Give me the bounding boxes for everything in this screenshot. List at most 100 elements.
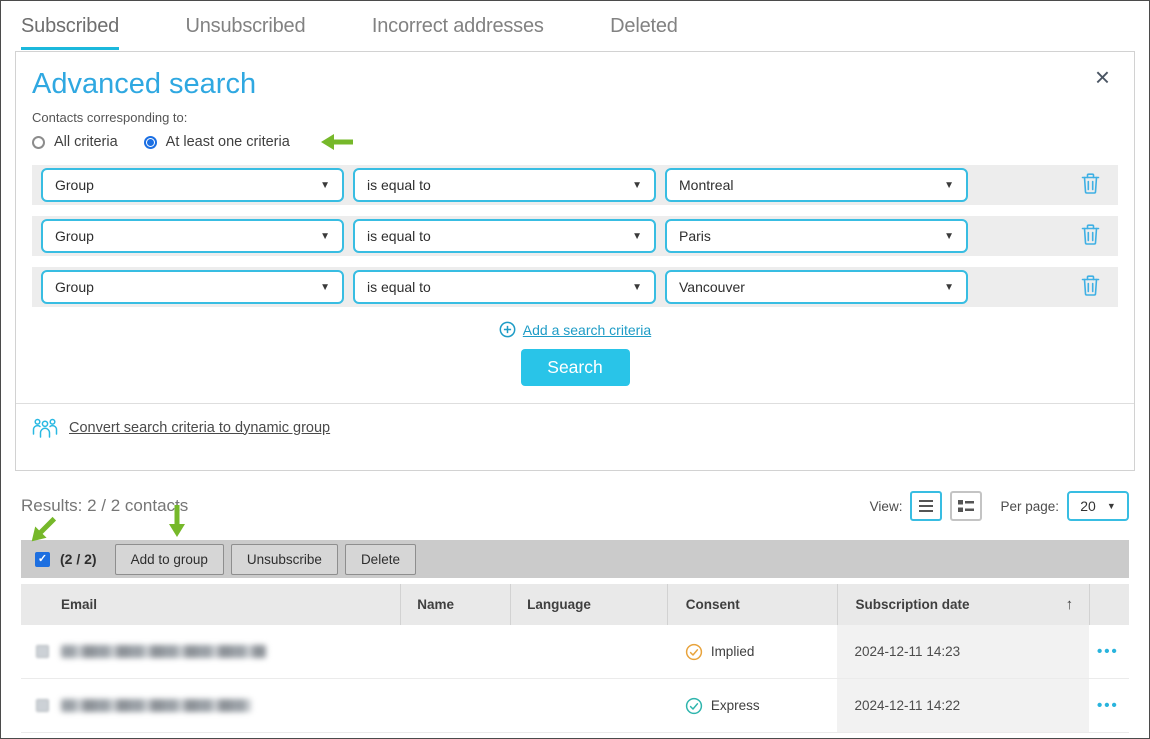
language-cell — [510, 625, 667, 678]
consent-cell: Implied — [667, 625, 837, 678]
green-left-arrow-icon — [320, 132, 354, 152]
card-view-icon — [958, 499, 974, 513]
per-page-select[interactable]: 20 ▼ — [1067, 491, 1129, 521]
toolbar-wrap: ✓ (2 / 2) Add to group Unsubscribe Delet… — [21, 540, 1129, 578]
green-arrow-at-add-to-group-icon — [167, 504, 187, 538]
tab-subscribed[interactable]: Subscribed — [21, 15, 119, 50]
actions-cell: ••• — [1089, 679, 1129, 732]
contacts-page: Subscribed Unsubscribed Incorrect addres… — [0, 0, 1150, 739]
criteria-operator-value: is equal to — [367, 228, 431, 244]
criteria-field-value: Group — [55, 228, 94, 244]
criteria-operator-select[interactable]: is equal to ▼ — [353, 168, 656, 202]
header-checkbox-cell — [21, 584, 61, 625]
criteria-operator-value: is equal to — [367, 177, 431, 193]
consent-label: Implied — [711, 644, 755, 659]
chevron-down-icon: ▼ — [320, 282, 330, 293]
criteria-field-select[interactable]: Group ▼ — [41, 270, 344, 304]
tab-bar: Subscribed Unsubscribed Incorrect addres… — [1, 1, 1149, 51]
table-row[interactable]: Implied 2024-12-11 14:23 ••• — [21, 625, 1129, 679]
radio-all-criteria[interactable]: All criteria — [32, 134, 118, 150]
advanced-search-panel: × Advanced search Contacts corresponding… — [15, 51, 1135, 471]
delete-criteria-button[interactable] — [1079, 171, 1102, 199]
criteria-field-select[interactable]: Group ▼ — [41, 168, 344, 202]
criteria-row: Group ▼ is equal to ▼ Vancouver ▼ — [32, 267, 1118, 307]
criteria-value: Paris — [679, 228, 711, 244]
chevron-down-icon: ▼ — [632, 180, 642, 191]
checkmark-icon: ✓ — [38, 554, 47, 565]
row-checkbox[interactable] — [36, 645, 49, 658]
circled-plus-icon — [499, 321, 516, 338]
add-criteria-row: Add a search criteria — [16, 321, 1134, 338]
view-label: View: — [870, 499, 903, 514]
panel-title: Advanced search — [32, 68, 1134, 101]
criteria-value: Montreal — [679, 177, 733, 193]
criteria-operator-value: is equal to — [367, 279, 431, 295]
table-row[interactable]: Express 2024-12-11 14:22 ••• — [21, 679, 1129, 733]
redacted-email — [61, 645, 266, 658]
criteria-field-select[interactable]: Group ▼ — [41, 219, 344, 253]
chevron-down-icon: ▼ — [632, 282, 642, 293]
radio-any-criteria-label: At least one criteria — [166, 134, 290, 150]
criteria-value: Vancouver — [679, 279, 745, 295]
criteria-operator-select[interactable]: is equal to ▼ — [353, 219, 656, 253]
add-search-criteria-link[interactable]: Add a search criteria — [523, 322, 651, 338]
trash-icon — [1081, 173, 1100, 194]
row-checkbox-cell — [21, 625, 61, 678]
delete-criteria-button[interactable] — [1079, 222, 1102, 250]
tab-deleted[interactable]: Deleted — [610, 15, 678, 47]
radio-all-criteria-label: All criteria — [54, 134, 118, 150]
actions-cell: ••• — [1089, 625, 1129, 678]
consent-implied-icon — [685, 643, 703, 661]
column-header-email[interactable]: Email — [61, 584, 400, 625]
row-checkbox[interactable] — [36, 699, 49, 712]
add-to-group-button[interactable]: Add to group — [115, 544, 224, 575]
radio-selected-icon[interactable] — [144, 136, 157, 149]
criteria-value-select[interactable]: Paris ▼ — [665, 219, 968, 253]
chevron-down-icon: ▼ — [320, 231, 330, 242]
sort-ascending-icon[interactable]: ↑ — [1066, 596, 1074, 613]
consent-express-icon — [685, 697, 703, 715]
table-header: Email Name Language Consent Subscription… — [21, 584, 1129, 625]
row-checkbox-cell — [21, 679, 61, 732]
radio-at-least-one-criteria[interactable]: At least one criteria — [144, 134, 290, 150]
criteria-value-select[interactable]: Vancouver ▼ — [665, 270, 968, 304]
chevron-down-icon: ▼ — [320, 180, 330, 191]
column-header-name[interactable]: Name — [400, 584, 510, 625]
delete-button[interactable]: Delete — [345, 544, 416, 575]
results-bar: Results: 2 / 2 contacts View: Per page: … — [21, 490, 1129, 522]
column-header-consent[interactable]: Consent — [667, 584, 837, 625]
convert-row: Convert search criteria to dynamic group — [16, 404, 1134, 451]
row-actions-menu-icon[interactable]: ••• — [1097, 697, 1119, 714]
radio-icon[interactable] — [32, 136, 45, 149]
criteria-value-select[interactable]: Montreal ▼ — [665, 168, 968, 202]
header-actions-cell — [1089, 584, 1129, 625]
criteria-operator-select[interactable]: is equal to ▼ — [353, 270, 656, 304]
consent-cell: Express — [667, 679, 837, 732]
column-header-subscription-date-label: Subscription date — [856, 597, 970, 612]
search-button[interactable]: Search — [521, 349, 630, 386]
view-cards-button[interactable] — [950, 491, 982, 521]
per-page-label: Per page: — [1000, 499, 1059, 514]
results-controls: View: Per page: 20 ▼ — [870, 491, 1129, 521]
name-cell — [400, 679, 510, 732]
group-people-icon — [32, 417, 58, 438]
chevron-down-icon: ▼ — [944, 231, 954, 242]
view-list-button[interactable] — [910, 491, 942, 521]
close-icon[interactable]: × — [1095, 64, 1110, 90]
column-header-language[interactable]: Language — [510, 584, 667, 625]
unsubscribe-button[interactable]: Unsubscribe — [231, 544, 338, 575]
column-header-subscription-date[interactable]: Subscription date ↑ — [837, 584, 1090, 625]
delete-criteria-button[interactable] — [1079, 273, 1102, 301]
trash-icon — [1081, 224, 1100, 245]
consent-label: Express — [711, 698, 760, 713]
bulk-action-toolbar: ✓ (2 / 2) Add to group Unsubscribe Delet… — [21, 540, 1129, 578]
convert-to-dynamic-group-link[interactable]: Convert search criteria to dynamic group — [69, 420, 330, 436]
tab-incorrect-addresses[interactable]: Incorrect addresses — [372, 15, 544, 47]
redacted-email — [61, 699, 251, 712]
list-view-icon — [918, 499, 934, 513]
chevron-down-icon: ▼ — [944, 282, 954, 293]
row-actions-menu-icon[interactable]: ••• — [1097, 643, 1119, 660]
match-mode-label: Contacts corresponding to: — [32, 110, 1134, 125]
select-all-checkbox[interactable]: ✓ — [35, 552, 50, 567]
tab-unsubscribed[interactable]: Unsubscribed — [186, 15, 306, 47]
